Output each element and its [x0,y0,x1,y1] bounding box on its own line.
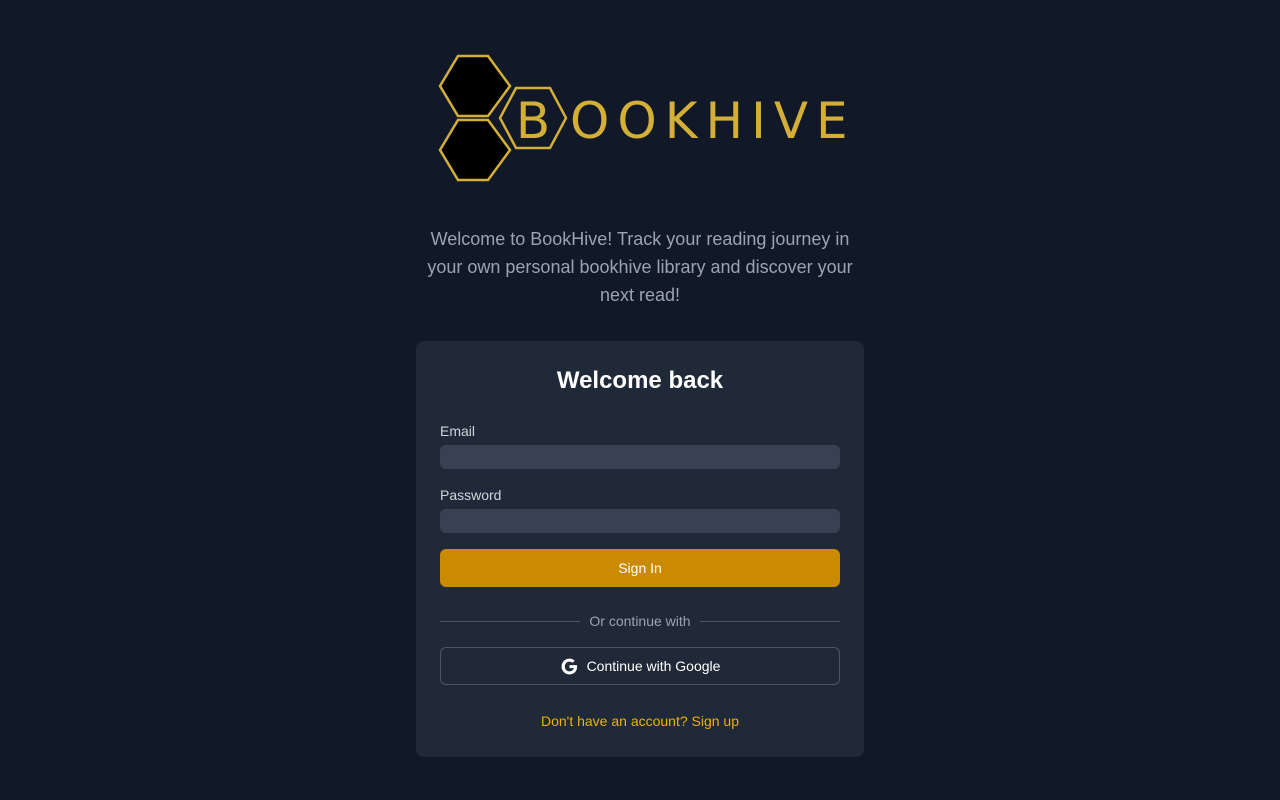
brand-name: OOKHIVE [570,92,846,150]
divider-line-left [440,620,581,622]
tagline: Welcome to BookHive! Track your reading … [427,229,853,305]
sign-up-link[interactable]: Don't have an account? Sign up [416,711,864,731]
brand-initial: B [516,92,550,150]
google-button-label: Continue with Google [586,658,721,674]
google-sign-in-button[interactable]: Continue with Google [440,647,840,685]
email-field[interactable] [440,445,840,469]
divider: Or continue with [440,611,841,631]
login-page: B OOKHIVE Welcome to BookHive! Track you… [0,0,1280,800]
card-title: Welcome back [556,367,724,394]
login-card: Welcome back Email Password Sign In Or c… [416,341,864,757]
email-label: Email [440,423,476,439]
sign-in-button[interactable]: Sign In [440,549,840,587]
google-icon [561,658,577,674]
divider-text: Or continue with [589,613,691,629]
password-field[interactable] [440,509,840,533]
bookhive-logo: B OOKHIVE [438,54,846,182]
password-label: Password [440,487,502,503]
divider-line-right [699,620,841,622]
